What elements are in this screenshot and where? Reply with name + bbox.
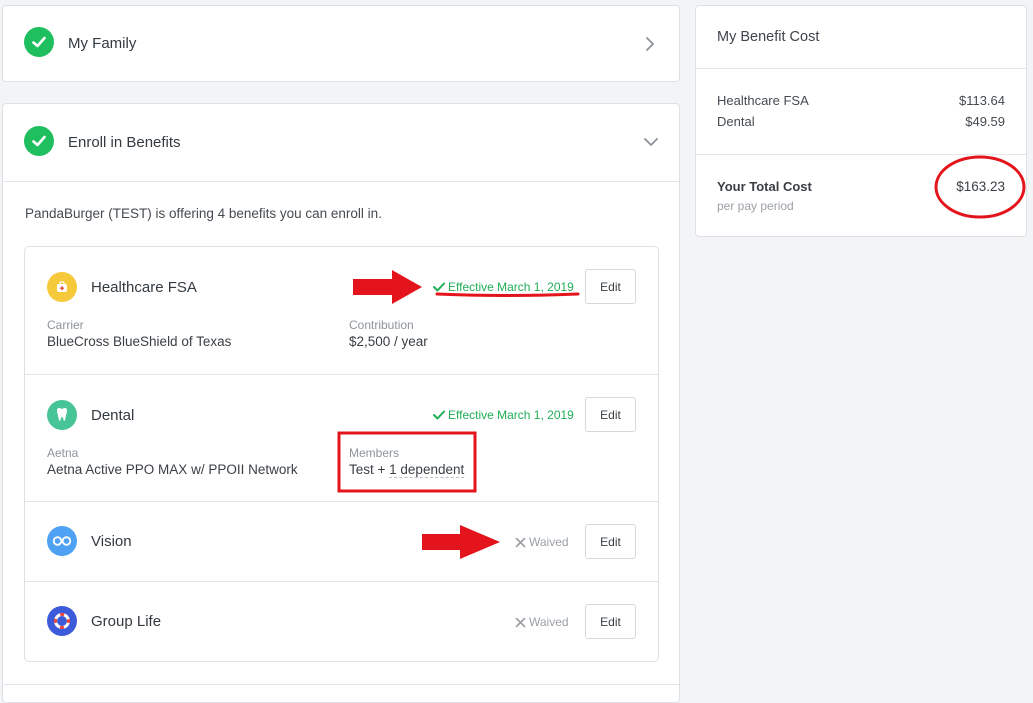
total-cost-value: $163.23 (956, 179, 1005, 194)
members-prefix: Test + (349, 462, 390, 477)
check-icon (24, 126, 54, 156)
benefit-name: Healthcare FSA (91, 279, 197, 296)
my-family-title: My Family (68, 35, 137, 52)
contribution-value: $2,500 / year (349, 334, 428, 349)
divider (3, 684, 679, 685)
benefit-cost-card: My Benefit Cost Healthcare FSA $113.64 D… (695, 5, 1027, 237)
cost-line-value: $113.64 (958, 93, 1005, 108)
check-icon (24, 27, 54, 57)
dependents-link[interactable]: 1 dependent (389, 462, 465, 478)
status-waived: Waived (515, 535, 569, 549)
benefit-row-dental: Dental Effective March 1, 2019 Edit Aetn… (25, 375, 658, 502)
edit-dental-button[interactable]: Edit (585, 397, 636, 432)
status-effective: Effective March 1, 2019 (433, 408, 574, 422)
edit-vision-button[interactable]: Edit (585, 524, 636, 559)
status-effective: Effective March 1, 2019 (433, 280, 574, 294)
benefits-list: Healthcare FSA Effective March 1, 2019 E… (24, 246, 659, 662)
check-icon (433, 282, 445, 292)
divider (3, 181, 679, 182)
glasses-icon (47, 526, 77, 556)
chevron-right-icon[interactable] (644, 36, 656, 52)
life-ring-icon (47, 606, 77, 636)
cost-line-dental: Dental $49.59 (717, 114, 1005, 129)
status-waived: Waived (515, 615, 569, 629)
medical-bag-icon (47, 272, 77, 302)
divider (696, 68, 1026, 69)
enroll-benefits-card: Enroll in Benefits PandaBurger (TEST) is… (2, 103, 680, 703)
benefit-row-healthcare-fsa: Healthcare FSA Effective March 1, 2019 E… (25, 247, 658, 375)
x-icon (515, 537, 526, 547)
status-text: Waived (529, 535, 569, 549)
plan-value: Aetna Active PPO MAX w/ PPOII Network (47, 462, 298, 477)
chevron-down-icon[interactable] (643, 136, 659, 148)
check-icon (433, 410, 445, 420)
edit-healthcare-fsa-button[interactable]: Edit (585, 269, 636, 304)
x-icon (515, 617, 526, 627)
status-text: Effective March 1, 2019 (448, 408, 574, 422)
edit-group-life-button[interactable]: Edit (585, 604, 636, 639)
benefit-cost-title: My Benefit Cost (717, 29, 820, 45)
members-value: Test + 1 dependent (349, 462, 465, 478)
cost-line-label: Dental (717, 114, 755, 129)
enroll-benefits-title: Enroll in Benefits (68, 134, 181, 151)
benefit-name: Vision (91, 533, 132, 550)
carrier-label: Aetna (47, 446, 79, 460)
total-cost-label: Your Total Cost (717, 179, 812, 194)
benefit-row-group-life: Group Life Waived Edit (25, 582, 658, 662)
carrier-label: Carrier (47, 318, 84, 332)
benefit-name: Dental (91, 407, 135, 424)
cost-line-value: $49.59 (965, 114, 1005, 129)
carrier-value: BlueCross BlueShield of Texas (47, 334, 232, 349)
divider (696, 154, 1026, 155)
my-family-card[interactable]: My Family (2, 5, 680, 82)
contribution-label: Contribution (349, 318, 414, 332)
benefit-name: Group Life (91, 613, 162, 630)
status-text: Waived (529, 615, 569, 629)
tooth-icon (47, 400, 77, 430)
status-text: Effective March 1, 2019 (448, 280, 574, 294)
cost-line-label: Healthcare FSA (717, 93, 809, 108)
cost-line-healthcare-fsa: Healthcare FSA $113.64 (717, 93, 1005, 108)
offer-text: PandaBurger (TEST) is offering 4 benefit… (25, 206, 382, 221)
benefit-row-vision: Vision Waived Edit (25, 502, 658, 582)
total-cost-subtext: per pay period (717, 199, 794, 213)
members-label: Members (349, 446, 400, 460)
